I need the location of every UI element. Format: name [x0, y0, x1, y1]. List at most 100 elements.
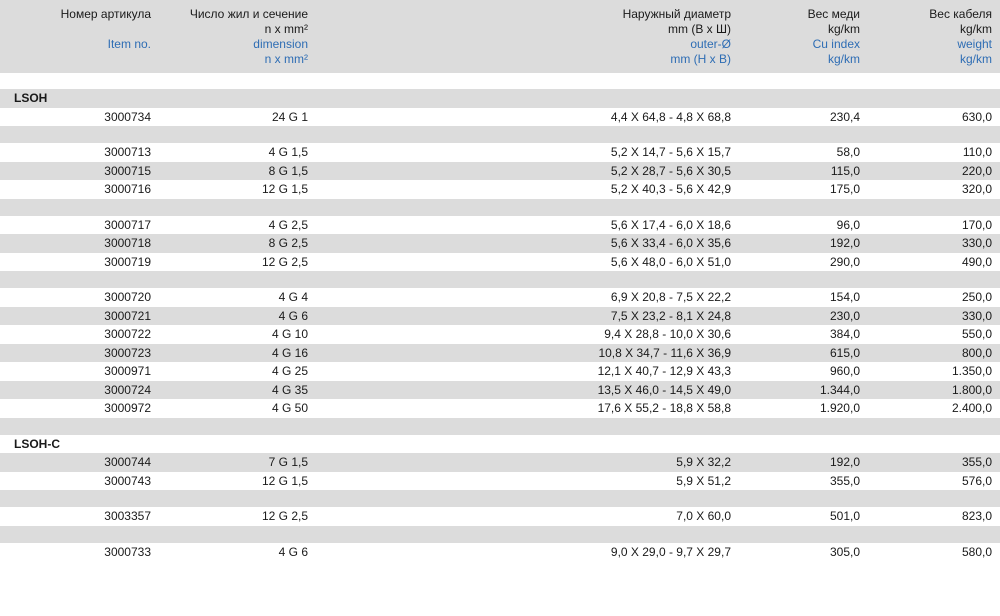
- cu-index-cell: 1.920,0: [739, 399, 868, 418]
- dimension-cell: 8 G 1,5: [159, 161, 316, 180]
- spacer-cell: [0, 490, 1000, 507]
- item-number-cell: 3000743: [0, 471, 159, 490]
- dimension-cell: 4 G 25: [159, 362, 316, 381]
- dimension-cell: 4 G 35: [159, 380, 316, 399]
- item-number-cell: 3000734: [0, 107, 159, 126]
- weight-cell: 170,0: [868, 215, 1000, 234]
- item-number-cell: 3000715: [0, 161, 159, 180]
- item-number-cell: 3000718: [0, 234, 159, 253]
- section-header-row: LSOH: [0, 89, 1000, 108]
- table-row: 3003357 12 G 2,5 7,0 X 60,0 501,0 823,0: [0, 507, 1000, 526]
- cable-spec-table: Номер артикула Item no. Число жил и сече…: [0, 0, 1000, 561]
- item-number-cell: 3000972: [0, 399, 159, 418]
- dimension-cell: 4 G 16: [159, 343, 316, 362]
- item-number-cell: 3000721: [0, 306, 159, 325]
- outer-diameter-cell: 5,9 X 51,2: [316, 471, 739, 490]
- weight-cell: 1.800,0: [868, 380, 1000, 399]
- outer-diameter-cell: 5,6 X 17,4 - 6,0 X 18,6: [316, 215, 739, 234]
- cu-index-cell: 1.344,0: [739, 380, 868, 399]
- table-row: 3000743 12 G 1,5 5,9 X 51,2 355,0 576,0: [0, 471, 1000, 490]
- item-number-cell: 3000716: [0, 180, 159, 199]
- spacer-row: [0, 525, 1000, 543]
- item-number-cell: 3000733: [0, 542, 159, 561]
- outer-diameter-cell: 7,0 X 60,0: [316, 507, 739, 526]
- header-outer-diameter: Наружный диаметр mm (В х Ш) outer-Ø mm (…: [316, 0, 739, 73]
- outer-diameter-cell: 9,4 X 28,8 - 10,0 X 30,6: [316, 325, 739, 344]
- table-row: 3000722 4 G 10 9,4 X 28,8 - 10,0 X 30,6 384…: [0, 325, 1000, 344]
- section-header-row: LSOH-C: [0, 434, 1000, 453]
- weight-cell: 823,0: [868, 507, 1000, 526]
- dimension-cell: 12 G 1,5: [159, 471, 316, 490]
- weight-cell: 355,0: [868, 453, 1000, 472]
- weight-cell: 576,0: [868, 471, 1000, 490]
- cu-index-cell: 501,0: [739, 507, 868, 526]
- cu-index-cell: 154,0: [739, 288, 868, 307]
- table-row: 3000715 8 G 1,5 5,2 X 28,7 - 5,6 X 30,5 115…: [0, 161, 1000, 180]
- table-row: 3000713 4 G 1,5 5,2 X 14,7 - 5,6 X 15,7 58,…: [0, 143, 1000, 162]
- cu-index-cell: 115,0: [739, 161, 868, 180]
- dimension-cell: 12 G 2,5: [159, 507, 316, 526]
- dimension-cell: 12 G 2,5: [159, 252, 316, 271]
- header-item-number: Номер артикула Item no.: [0, 0, 159, 73]
- cu-index-cell: 230,4: [739, 107, 868, 126]
- table-row: 3000724 4 G 35 13,5 X 46,0 - 14,5 X 49,0 1.…: [0, 380, 1000, 399]
- item-number-cell: 3000971: [0, 362, 159, 381]
- cu-index-cell: 175,0: [739, 180, 868, 199]
- weight-cell: 250,0: [868, 288, 1000, 307]
- weight-cell: 2.400,0: [868, 399, 1000, 418]
- weight-cell: 580,0: [868, 542, 1000, 561]
- cu-index-cell: 230,0: [739, 306, 868, 325]
- dimension-cell: 4 G 4: [159, 288, 316, 307]
- spacer-cell: [0, 525, 1000, 543]
- weight-cell: 110,0: [868, 143, 1000, 162]
- dimension-cell: 4 G 50: [159, 399, 316, 418]
- weight-cell: 320,0: [868, 180, 1000, 199]
- item-number-cell: 3003357: [0, 507, 159, 526]
- header-gap: [0, 73, 1000, 89]
- outer-diameter-cell: 5,9 X 32,2: [316, 453, 739, 472]
- weight-cell: 330,0: [868, 234, 1000, 253]
- outer-diameter-cell: 6,9 X 20,8 - 7,5 X 22,2: [316, 288, 739, 307]
- dimension-cell: 4 G 6: [159, 542, 316, 561]
- table-row: 3000972 4 G 50 17,6 X 55,2 - 18,8 X 58,8 1.…: [0, 399, 1000, 418]
- outer-diameter-cell: 5,6 X 33,4 - 6,0 X 35,6: [316, 234, 739, 253]
- weight-cell: 630,0: [868, 107, 1000, 126]
- table-row: 3000744 7 G 1,5 5,9 X 32,2 192,0 355,0: [0, 453, 1000, 472]
- outer-diameter-cell: 5,2 X 14,7 - 5,6 X 15,7: [316, 143, 739, 162]
- table-body: LSOH 3000734 24 G 1 4,4 X 64,8 - 4,8 X 68,8…: [0, 89, 1000, 561]
- outer-diameter-cell: 7,5 X 23,2 - 8,1 X 24,8: [316, 306, 739, 325]
- outer-diameter-cell: 13,5 X 46,0 - 14,5 X 49,0: [316, 380, 739, 399]
- spacer-cell: [0, 126, 1000, 143]
- table-header: Номер артикула Item no. Число жил и сече…: [0, 0, 1000, 73]
- section-label: LSOH: [0, 89, 1000, 108]
- dimension-cell: 4 G 2,5: [159, 215, 316, 234]
- cu-index-cell: 192,0: [739, 453, 868, 472]
- weight-cell: 220,0: [868, 161, 1000, 180]
- outer-diameter-cell: 5,2 X 40,3 - 5,6 X 42,9: [316, 180, 739, 199]
- item-number-cell: 3000719: [0, 252, 159, 271]
- outer-diameter-cell: 5,2 X 28,7 - 5,6 X 30,5: [316, 161, 739, 180]
- dimension-cell: 4 G 6: [159, 306, 316, 325]
- item-number-cell: 3000717: [0, 215, 159, 234]
- cu-index-cell: 615,0: [739, 343, 868, 362]
- cu-index-cell: 58,0: [739, 143, 868, 162]
- item-number-cell: 3000722: [0, 325, 159, 344]
- weight-cell: 550,0: [868, 325, 1000, 344]
- outer-diameter-cell: 9,0 X 29,0 - 9,7 X 29,7: [316, 542, 739, 561]
- table-row: 3000716 12 G 1,5 5,2 X 40,3 - 5,6 X 42,9 17…: [0, 180, 1000, 199]
- item-number-cell: 3000720: [0, 288, 159, 307]
- header-dimension: Число жил и сечение n x mm² dimension n …: [159, 0, 316, 73]
- cu-index-cell: 384,0: [739, 325, 868, 344]
- cu-index-cell: 96,0: [739, 215, 868, 234]
- table-row: 3000723 4 G 16 10,8 X 34,7 - 11,6 X 36,9 61…: [0, 343, 1000, 362]
- dimension-cell: 8 G 2,5: [159, 234, 316, 253]
- section-label: LSOH-C: [0, 434, 1000, 453]
- weight-cell: 490,0: [868, 252, 1000, 271]
- spacer-row: [0, 490, 1000, 507]
- header-cu-index: Вес меди kg/km Cu index kg/km: [739, 0, 868, 73]
- spacer-row: [0, 417, 1000, 435]
- outer-diameter-cell: 12,1 X 40,7 - 12,9 X 43,3: [316, 362, 739, 381]
- weight-cell: 800,0: [868, 343, 1000, 362]
- table-row: 3000720 4 G 4 6,9 X 20,8 - 7,5 X 22,2 154,0…: [0, 288, 1000, 307]
- dimension-cell: 24 G 1: [159, 107, 316, 126]
